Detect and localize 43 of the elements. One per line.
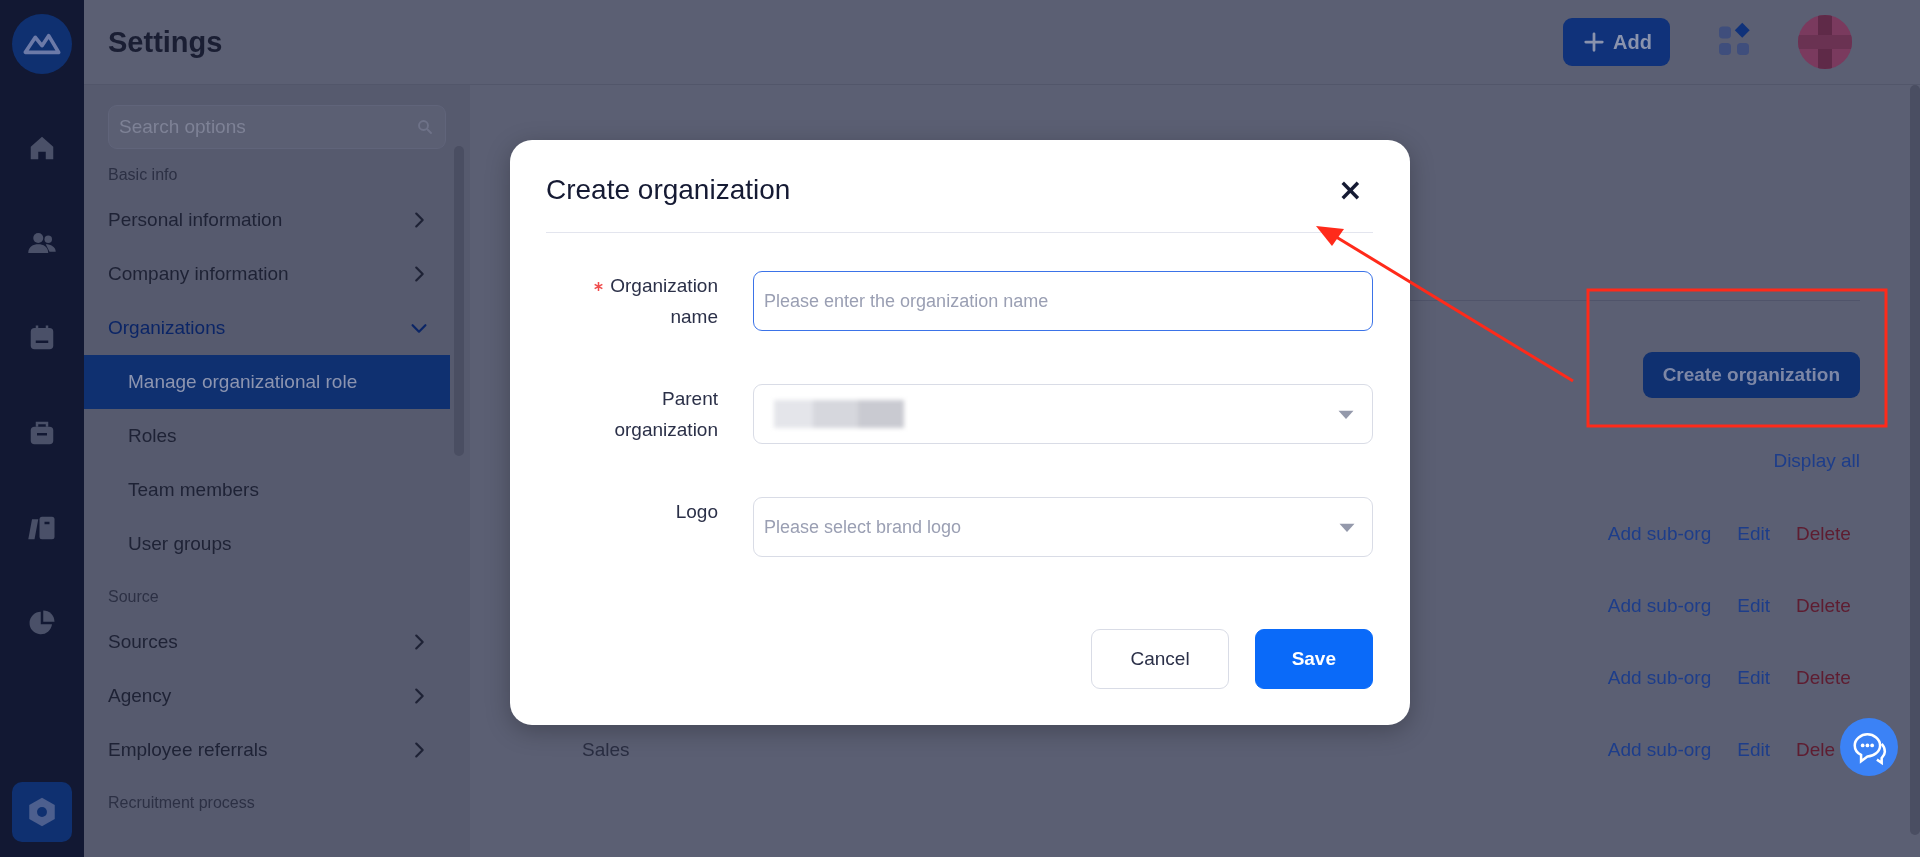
- add-button[interactable]: Add: [1563, 18, 1670, 66]
- sidebar-item[interactable]: Employee referrals: [84, 723, 450, 777]
- action-link[interactable]: Edit: [1737, 595, 1770, 617]
- chat-button[interactable]: [1840, 718, 1898, 776]
- delete-link[interactable]: Delete: [1796, 667, 1851, 688]
- action-link[interactable]: Edit: [1737, 667, 1770, 689]
- apps-icon[interactable]: [1716, 22, 1752, 58]
- display-all-link[interactable]: Display all: [1773, 450, 1860, 472]
- dropdown-field[interactable]: [753, 384, 1373, 444]
- dialog-title: Create organization: [546, 174, 791, 206]
- sidebar-item[interactable]: Agency: [84, 669, 450, 723]
- action-link[interactable]: Edit: [1737, 739, 1770, 761]
- action-link[interactable]: Edit: [1737, 523, 1770, 545]
- create-organization-button[interactable]: Create organization: [1642, 352, 1860, 398]
- sidebar-item[interactable]: Sources: [84, 615, 450, 669]
- input-field[interactable]: Please enter the organization name: [753, 271, 1373, 331]
- sidebar-item[interactable]: Company information: [84, 247, 450, 301]
- settings-tile[interactable]: [12, 782, 72, 842]
- sidebar-item[interactable]: Personal information: [84, 193, 450, 247]
- sidebar-subitem[interactable]: Roles: [84, 409, 450, 463]
- save-button[interactable]: Save: [1254, 629, 1373, 689]
- action-link[interactable]: Add sub-org: [1607, 739, 1712, 761]
- app-logo[interactable]: [12, 14, 72, 74]
- delete-link[interactable]: Dele: [1796, 739, 1836, 760]
- sidebar-subitem[interactable]: User groups: [84, 517, 450, 571]
- action-link[interactable]: Add sub-org: [1607, 523, 1712, 545]
- sidebar-subitem[interactable]: Manage organizational role: [84, 355, 450, 409]
- required-asterisk-icon: [593, 281, 605, 292]
- field-label: Organization name: [546, 270, 718, 332]
- action-link[interactable]: Add sub-org: [1607, 667, 1712, 689]
- plus-icon: [1583, 31, 1606, 53]
- sidebar-subitem[interactable]: Team members: [84, 463, 450, 517]
- user-avatar[interactable]: [1798, 15, 1852, 69]
- close-button[interactable]: ×: [1331, 175, 1369, 205]
- dropdown-field[interactable]: Please select brand logo: [753, 497, 1373, 557]
- cancel-button[interactable]: Cancel: [1091, 629, 1229, 689]
- delete-link[interactable]: Delete: [1796, 523, 1851, 544]
- field-label: Parent organization: [613, 387, 718, 442]
- page-title: Settings: [108, 25, 224, 59]
- field-label: Logo: [674, 500, 718, 524]
- action-link[interactable]: Add sub-org: [1607, 595, 1712, 617]
- delete-link[interactable]: Delete: [1796, 595, 1851, 616]
- sidebar-item[interactable]: Organizations: [84, 301, 450, 355]
